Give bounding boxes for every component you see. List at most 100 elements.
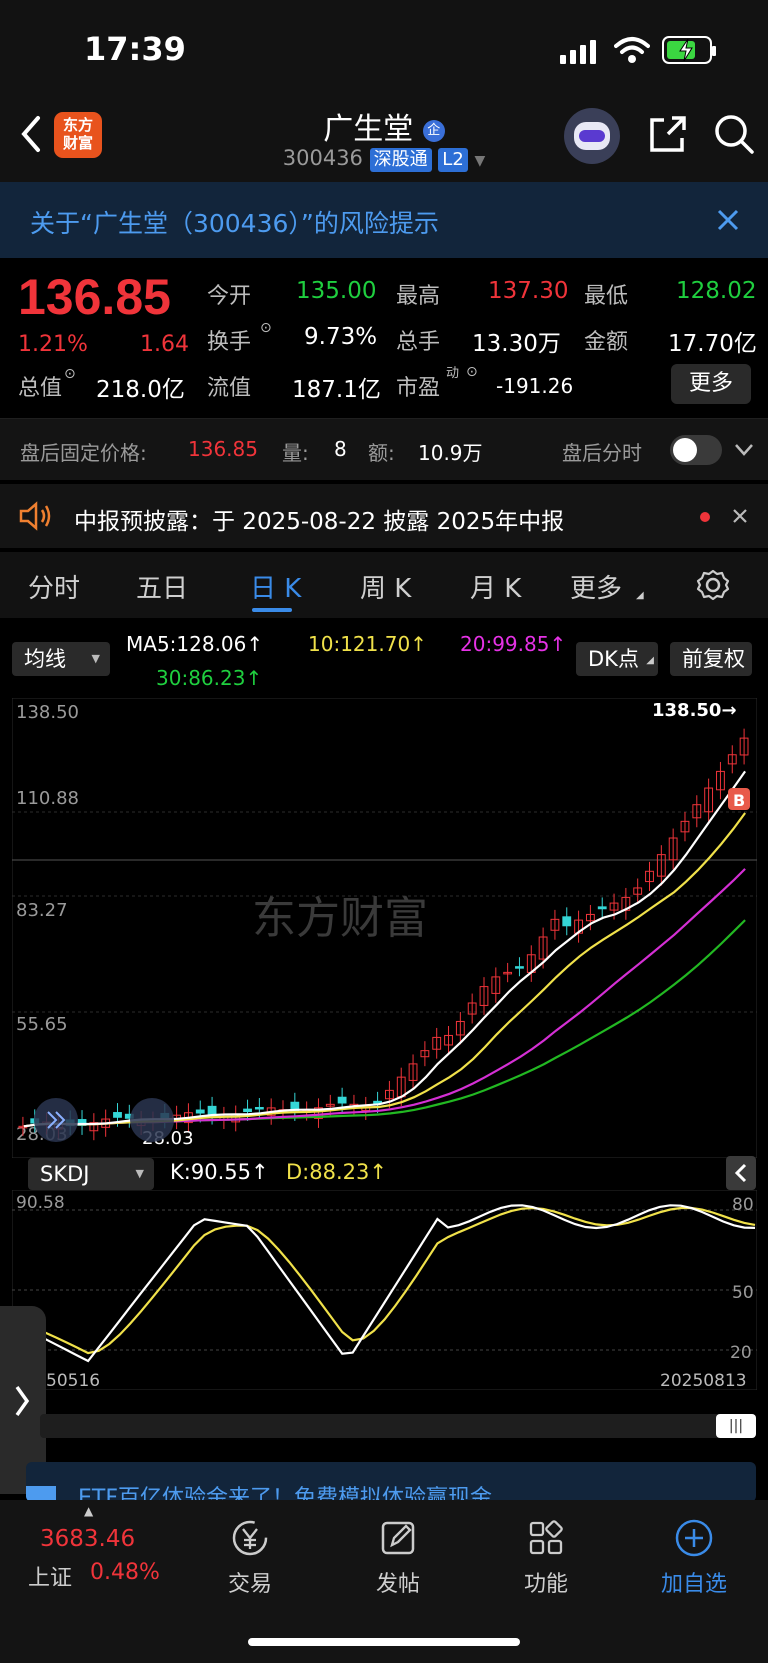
chevron-down-icon: ▼ — [91, 652, 100, 665]
nav-add-watchlist[interactable]: 加自选 — [634, 1518, 754, 1598]
ah-price: 136.85 — [188, 437, 258, 461]
after-hours-row: 盘后固定价格: 136.85 量: 8 额: 10.9万 盘后分时 — [0, 418, 768, 480]
grid-icon — [529, 1520, 563, 1555]
info-icon[interactable]: ⊙ — [64, 366, 76, 382]
open-label: 今开 — [207, 284, 252, 309]
sub-indicator-dropdown[interactable]: SKDJ ▼ — [28, 1158, 154, 1190]
gear-icon[interactable] — [696, 568, 730, 602]
watermark: 东方财富 — [252, 893, 428, 944]
info-icon[interactable]: ⊙ — [466, 364, 478, 380]
promo-banner[interactable]: ETF百亿体验金来了！免费模拟体验赢现金 — [26, 1462, 756, 1502]
y-label-top: 138.50 — [16, 702, 79, 723]
indicator-dropdown[interactable]: 均线 ▼ — [12, 642, 110, 676]
nav-functions[interactable]: 功能 — [486, 1518, 606, 1598]
candle — [562, 916, 572, 927]
nav-functions-label: 功能 — [523, 1572, 568, 1597]
after-hours-toggle[interactable] — [670, 435, 722, 465]
risk-banner[interactable]: 关于“广生堂（300436）”的风险提示 — [0, 182, 768, 258]
ah-intraday-label: 盘后分时 — [562, 441, 642, 465]
chevron-down-icon: ▼ — [135, 1167, 144, 1180]
more-button[interactable]: 更多 — [671, 364, 751, 404]
index-value[interactable]: 3683.46 — [40, 1526, 135, 1552]
history-icon[interactable] — [130, 1098, 174, 1142]
share-icon[interactable] — [646, 114, 688, 156]
kdj-80-label: 80 — [732, 1195, 754, 1215]
stock-code: 300436 — [282, 146, 363, 170]
collapse-button[interactable] — [726, 1156, 756, 1190]
nav-add-watchlist-label: 加自选 — [660, 1572, 727, 1597]
ah-amt: 10.9万 — [418, 441, 483, 465]
tab-intraday[interactable]: 分时 — [28, 568, 80, 605]
high-value: 137.30 — [488, 278, 569, 304]
more-triangle-icon: ◢ — [636, 590, 644, 601]
candle — [207, 1105, 217, 1116]
nav-trade[interactable]: 交易 — [190, 1518, 310, 1598]
ma20-value: 20:99.85↑ — [460, 632, 567, 656]
kdj-20-label: 20 — [730, 1343, 752, 1363]
pe-sup: 动 — [446, 366, 460, 381]
connect-tag: 深股通 — [369, 148, 432, 172]
home-indicator — [248, 1638, 520, 1646]
tab-five-day[interactable]: 五日 — [136, 568, 188, 605]
date-end: 20250813 — [660, 1371, 747, 1390]
nav-post[interactable]: 发帖 — [338, 1518, 458, 1598]
chart-scrollbar[interactable]: ||| — [40, 1414, 756, 1438]
notice-row[interactable]: 中报预披露：于 2025-08-22 披露 2025年中报 — [0, 484, 768, 548]
kdj-chart[interactable]: 90.58 80 50 20 50516 20250813 — [12, 1190, 757, 1390]
index-name[interactable]: 上证 — [28, 1560, 72, 1592]
ma10-value: 10:121.70↑ — [308, 632, 427, 656]
chevron-right-icon — [15, 1385, 30, 1417]
search-icon[interactable] — [712, 112, 756, 156]
mktcap-label: 总值 — [18, 376, 63, 401]
y-label-3: 83.27 — [16, 900, 68, 921]
yen-circle-icon — [232, 1520, 268, 1556]
ma-legend-row: 均线 ▼ MA5:128.06↑ 10:121.70↑ 20:99.85↑ 30… — [0, 620, 768, 698]
risk-text: 关于“广生堂（300436）”的风险提示 — [30, 209, 439, 238]
tab-daily-k[interactable]: 日 K — [250, 568, 301, 605]
candle — [195, 1109, 205, 1114]
status-bar: 17:39 — [0, 0, 768, 100]
scroll-handle[interactable]: ||| — [716, 1414, 756, 1438]
candle — [113, 1112, 122, 1118]
amount-value: 17.70亿 — [668, 331, 757, 357]
turnover-value: 9.73% — [304, 324, 378, 350]
robot-avatar-icon[interactable] — [564, 108, 620, 164]
info-icon[interactable]: ⊙ — [260, 320, 272, 336]
index-change[interactable]: 0.48% — [90, 1560, 160, 1585]
kdj-top-label: 90.58 — [16, 1193, 65, 1213]
adjust-dropdown[interactable]: 前复权 — [670, 642, 752, 676]
kline-chart[interactable]: 东方财富 138.50 110.88 83.27 55.65 28.03 138… — [12, 698, 757, 1158]
high-label: 最高 — [396, 284, 441, 309]
wifi-icon — [614, 37, 650, 63]
triangle-icon: ◢ — [646, 655, 654, 666]
bottom-nav: ▲ 3683.46 上证 0.48% 交易 发帖 功能 加自选 — [0, 1500, 768, 1663]
y-label-2: 110.88 — [16, 788, 79, 809]
tab-monthly-k[interactable]: 月 K — [470, 568, 521, 605]
ah-amt-label: 额: — [368, 441, 395, 465]
ah-price-label: 盘后固定价格: — [20, 441, 147, 465]
date-start: 50516 — [46, 1371, 100, 1390]
open-value: 135.00 — [296, 278, 377, 304]
plus-circle-icon — [675, 1519, 713, 1557]
speaker-icon — [19, 501, 51, 531]
nav-post-label: 发帖 — [375, 1572, 420, 1597]
candle — [254, 1106, 264, 1110]
y-label-4: 55.65 — [16, 1014, 68, 1035]
notice-text: 中报预披露：于 2025-08-22 披露 2025年中报 — [74, 509, 565, 535]
enterprise-badge: 企 — [422, 119, 445, 142]
nav-trade-label: 交易 — [227, 1572, 272, 1597]
mktcap-value: 218.0亿 — [96, 377, 185, 403]
dk-point-dropdown[interactable]: DK点 ◢ — [576, 642, 658, 676]
close-icon[interactable] — [716, 208, 740, 232]
tab-more[interactable]: 更多 — [570, 568, 622, 605]
amount-label: 金额 — [584, 330, 629, 355]
ah-vol: 8 — [334, 437, 347, 461]
indicator-dropdown-label: 均线 — [24, 647, 66, 671]
chevron-down-icon[interactable] — [734, 443, 754, 457]
candle — [337, 1096, 347, 1104]
turnover-label: 换手 — [207, 330, 252, 355]
last-price: 136.85 — [18, 269, 171, 325]
close-icon[interactable] — [732, 508, 748, 524]
tab-weekly-k[interactable]: 周 K — [360, 568, 411, 605]
ma30-value: 30:86.23↑ — [156, 666, 263, 690]
